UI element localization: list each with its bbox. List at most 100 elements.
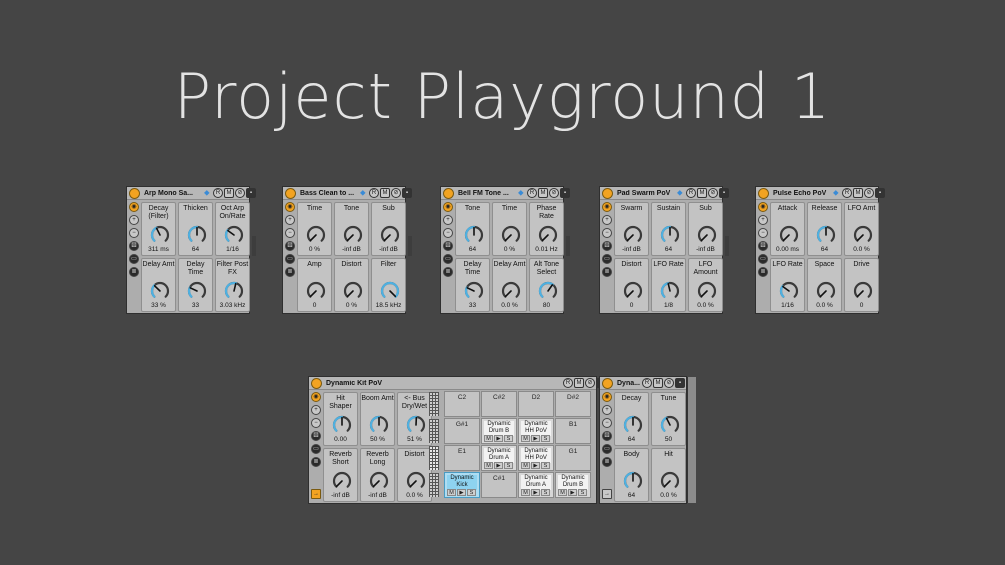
pad-solo-button[interactable]: S [541,462,550,469]
macro-knob[interactable] [501,281,521,301]
macro-knob[interactable] [306,225,326,245]
chain-list-icon[interactable]: ≣ [758,267,768,277]
device-power-button[interactable] [602,187,613,199]
macro-control[interactable]: LFO Amount 0.0 % [688,258,723,312]
pad-bank-selector[interactable] [429,419,439,443]
macro-knob[interactable] [623,281,643,301]
pad-bank-selector[interactable] [429,446,439,470]
rack-m-button[interactable]: M [224,188,234,198]
macro-control[interactable]: Boom Amt 50 % [360,392,395,446]
drum-pad[interactable]: Dynamic Drum A M ▶ S [518,472,554,498]
macro-knob[interactable] [306,281,326,301]
rack-r-button[interactable]: R [563,378,573,388]
drum-pad[interactable]: Dynamic Drum A M ▶ S [481,445,517,471]
add-macro-icon[interactable]: + [602,405,612,415]
save-preset-icon[interactable]: ▪ [246,188,256,198]
macro-knob[interactable] [660,281,680,301]
save-preset-icon[interactable]: ▪ [402,188,412,198]
macro-control[interactable]: Filter 18.5 kHz [371,258,406,312]
chain-list-icon[interactable]: ≣ [602,267,612,277]
rack-m-button[interactable]: M [574,378,584,388]
hot-swap-icon[interactable]: ⬥ [204,189,212,197]
macro-view-icon[interactable]: ◉ [758,202,768,212]
save-preset-icon[interactable]: ▪ [875,188,885,198]
chain-list-icon[interactable]: ≣ [443,267,453,277]
rack-m-button[interactable]: M [697,188,707,198]
macro-view-icon[interactable]: ◉ [311,392,321,402]
macro-knob[interactable] [406,415,426,435]
device-power-button[interactable] [311,377,322,389]
rack-m-button[interactable]: M [653,378,663,388]
macro-control[interactable]: Distort 0.0 % [397,448,432,502]
pad-solo-button[interactable]: S [578,489,587,496]
randomize-icon[interactable]: ⚄ [602,431,612,441]
rack-options-icon[interactable]: ⊘ [235,188,245,198]
remove-macro-icon[interactable]: − [443,228,453,238]
rack-options-icon[interactable]: ⊘ [664,378,674,388]
macro-knob[interactable] [150,225,170,245]
hot-swap-icon[interactable]: ⬥ [677,189,685,197]
drum-pad[interactable]: G#1 [444,418,480,444]
macro-knob[interactable] [623,415,643,435]
macro-view-icon[interactable]: ◉ [602,392,612,402]
pad-play-button[interactable]: ▶ [494,435,503,442]
macro-knob[interactable] [501,225,521,245]
macro-control[interactable]: LFO Rate 1/8 [651,258,686,312]
rack-m-button[interactable]: M [853,188,863,198]
macro-control[interactable]: Sustain 64 [651,202,686,256]
add-macro-icon[interactable]: + [758,215,768,225]
macro-knob[interactable] [150,281,170,301]
macro-view-icon[interactable]: ◉ [129,202,139,212]
macro-view-icon[interactable]: ◉ [443,202,453,212]
macro-knob[interactable] [660,415,680,435]
pad-solo-button[interactable]: S [467,489,476,496]
device-scrollbar[interactable] [687,377,696,503]
macro-control[interactable]: LFO Rate 1/16 [770,258,805,312]
pad-bank-selector[interactable] [429,392,439,416]
add-macro-icon[interactable]: + [129,215,139,225]
drum-pad[interactable]: C2 [444,391,480,417]
drum-pad[interactable]: Dynamic HH PoV M ▶ S [518,445,554,471]
device-power-button[interactable] [129,187,140,199]
rack-options-icon[interactable]: ⊘ [549,188,559,198]
macro-variations-icon[interactable]: ▭ [285,254,295,264]
macro-knob[interactable] [623,225,643,245]
macro-control[interactable]: Delay Time 33 [455,258,490,312]
macro-control[interactable]: <- Bus Dry/Wet 51 % [397,392,432,446]
macro-control[interactable]: Amp 0 [297,258,332,312]
device-power-button[interactable] [758,187,769,199]
rack-options-icon[interactable]: ⊘ [708,188,718,198]
chain-list-icon[interactable]: ≣ [129,267,139,277]
macro-control[interactable]: Distort 0 % [334,258,369,312]
drum-pad[interactable]: Dynamic Kick M ▶ S [444,472,480,498]
pad-mute-button[interactable]: M [484,462,493,469]
macro-control[interactable]: Decay (Filter) 311 ms [141,202,176,256]
add-macro-icon[interactable]: + [285,215,295,225]
randomize-icon[interactable]: ⚄ [758,241,768,251]
macro-knob[interactable] [369,471,389,491]
macro-control[interactable]: Distort 0 [614,258,649,312]
macro-knob[interactable] [623,471,643,491]
rack-r-button[interactable]: R [527,188,537,198]
macro-variations-icon[interactable]: ▭ [758,254,768,264]
macro-control[interactable]: Release 64 [807,202,842,256]
rack-options-icon[interactable]: ⊘ [391,188,401,198]
drum-pad[interactable]: G1 [555,445,591,471]
macro-control[interactable]: Decay 64 [614,392,649,446]
macro-control[interactable]: Time 0 % [297,202,332,256]
device-power-button[interactable] [285,187,296,199]
macro-control[interactable]: Delay Amt 0.0 % [492,258,527,312]
randomize-icon[interactable]: ⚄ [443,241,453,251]
drum-pad[interactable]: Dynamic Drum B M ▶ S [481,418,517,444]
pad-play-button[interactable]: ▶ [531,435,540,442]
macro-knob[interactable] [380,225,400,245]
add-macro-icon[interactable]: + [443,215,453,225]
chain-arrow-icon[interactable]: → [311,489,321,499]
macro-control[interactable]: Tone 64 [455,202,490,256]
macro-variations-icon[interactable]: ▭ [311,444,321,454]
macro-knob[interactable] [853,281,873,301]
macro-knob[interactable] [816,225,836,245]
macro-knob[interactable] [406,471,426,491]
save-preset-icon[interactable]: ▪ [560,188,570,198]
macro-knob[interactable] [343,281,363,301]
